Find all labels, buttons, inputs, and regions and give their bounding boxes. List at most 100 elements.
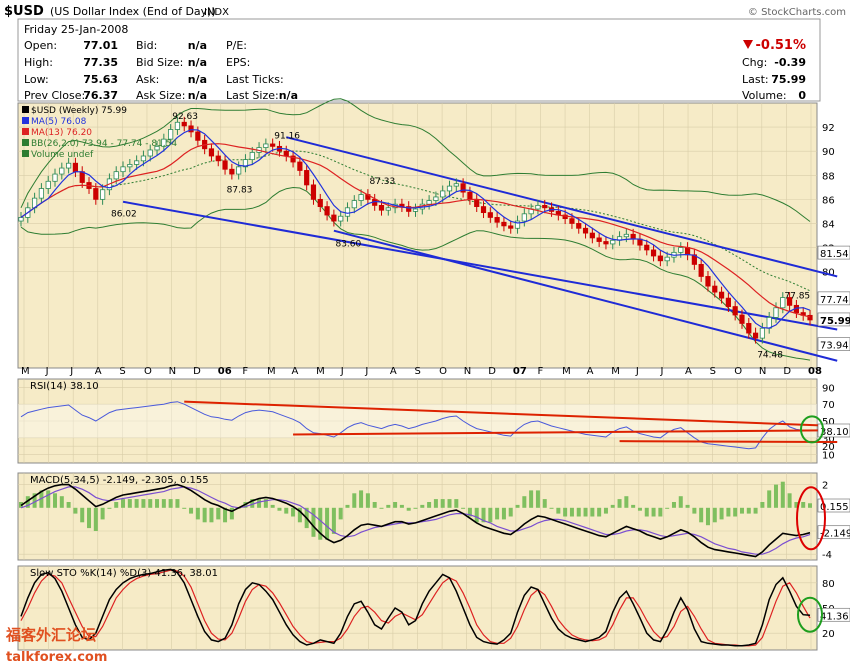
macd-histogram-bar xyxy=(372,502,377,508)
candle-body xyxy=(739,314,745,324)
candle-body xyxy=(453,183,459,187)
candle-body xyxy=(127,164,133,168)
bid-value: n/a xyxy=(188,39,207,52)
candle-body xyxy=(480,206,487,214)
candle-body xyxy=(657,255,663,262)
bid-label: Ask Size: xyxy=(136,89,185,102)
x-tick-label: A xyxy=(95,366,102,377)
macd-histogram-bar xyxy=(583,507,588,517)
y-tick-label: 86 xyxy=(822,195,835,206)
y-tick-label: 90 xyxy=(822,383,835,394)
macd-histogram-bar xyxy=(637,507,642,511)
macd-histogram-bar xyxy=(386,504,391,508)
macd-histogram-bar xyxy=(209,507,214,523)
x-tick-label: M xyxy=(267,366,276,377)
macd-histogram-bar xyxy=(787,493,792,508)
candle-body xyxy=(52,173,58,182)
candle-body xyxy=(467,191,473,200)
candle-body xyxy=(664,256,670,262)
candle-body xyxy=(589,232,595,239)
candle-body xyxy=(712,285,718,293)
x-tick-label: F xyxy=(242,366,248,377)
candle-body xyxy=(732,306,738,316)
candle-body xyxy=(45,180,51,189)
candle-body xyxy=(603,241,609,245)
candle-body xyxy=(236,166,242,175)
candle-body xyxy=(317,198,323,207)
x-tick-label: 08 xyxy=(808,366,822,377)
macd-histogram-bar xyxy=(257,499,262,508)
x-tick-label: M xyxy=(316,366,325,377)
value-tag-label: 75.99 xyxy=(820,316,850,327)
candle-body xyxy=(426,200,432,205)
watermark-chinese: 福客外汇论坛 xyxy=(5,626,96,644)
macd-histogram-bar xyxy=(808,503,812,508)
quote-value: 77.01 xyxy=(83,39,118,52)
x-tick-label: J xyxy=(635,366,639,377)
legend-swatch xyxy=(22,106,29,113)
macd-histogram-bar xyxy=(46,490,51,508)
macd-histogram-bar xyxy=(773,484,778,508)
candle-body xyxy=(650,249,657,257)
candle-body xyxy=(773,307,779,318)
legend-entry: BB(26,2.0) 73.94 - 77.74 - 81.54 xyxy=(31,139,177,149)
exchange: INDX xyxy=(204,7,229,18)
x-tick-label: S xyxy=(119,366,125,377)
index-name: (US Dollar Index (End of Day)) xyxy=(50,5,216,18)
macd-histogram-bar xyxy=(155,499,160,508)
macd-histogram-bar xyxy=(399,504,404,508)
macd-histogram-bar xyxy=(739,507,744,514)
y-tick-label: 92 xyxy=(822,123,835,134)
candle-body xyxy=(474,198,480,207)
pe-label: EPS: xyxy=(226,56,250,69)
candle-body xyxy=(766,317,772,329)
bid-label: Bid: xyxy=(136,39,157,52)
stat-label: Chg: xyxy=(742,56,767,69)
candle-body xyxy=(446,185,453,192)
quote-value: 76.37 xyxy=(83,89,118,102)
x-tick-label: O xyxy=(734,366,742,377)
macd-histogram-bar xyxy=(114,502,119,508)
y-tick-label: 70 xyxy=(822,400,835,411)
macd-histogram-bar xyxy=(576,507,581,517)
macd-histogram-bar xyxy=(712,507,717,523)
credit: © StockCharts.com xyxy=(748,7,846,18)
macd-histogram-bar xyxy=(284,507,289,514)
macd-histogram-bar xyxy=(202,507,207,523)
macd-histogram-bar xyxy=(488,507,493,523)
candle-body xyxy=(208,148,215,157)
macd-histogram-bar xyxy=(291,507,296,517)
legend-swatch xyxy=(22,139,29,146)
candle-body xyxy=(684,247,691,256)
candle-body xyxy=(134,160,140,165)
x-tick-label: M xyxy=(21,366,30,377)
candle-body xyxy=(195,131,201,141)
x-tick-label: 07 xyxy=(513,366,527,377)
macd-histogram-bar xyxy=(685,504,690,508)
stat-value: 75.99 xyxy=(771,73,806,86)
x-tick-label: S xyxy=(415,366,421,377)
candle-body xyxy=(59,167,65,175)
candle-body xyxy=(718,291,725,299)
macd-histogram-bar xyxy=(141,499,146,508)
stat-label: Last: xyxy=(742,73,769,86)
macd-histogram-bar xyxy=(495,507,500,520)
candle-body xyxy=(752,332,759,339)
candle-body xyxy=(174,121,181,130)
candle-body xyxy=(270,143,276,147)
macd-histogram-bar xyxy=(474,507,479,523)
macd-histogram-bar xyxy=(161,499,166,508)
x-tick-label: A xyxy=(685,366,692,377)
macd-histogram-bar xyxy=(780,481,785,508)
legend-entry: MA(5) 76.08 xyxy=(31,117,87,127)
macd-histogram-bar xyxy=(508,507,513,517)
candle-body xyxy=(759,327,765,339)
y-tick-label: 20 xyxy=(822,629,835,640)
pe-value: n/a xyxy=(279,89,298,102)
x-tick-label: O xyxy=(439,366,447,377)
candle-body xyxy=(222,160,228,170)
chart-panels: 8082848688909292.6391.1687.8386.0287.338… xyxy=(17,98,850,651)
macd-histogram-bar xyxy=(760,502,765,508)
legend-swatch xyxy=(22,117,29,124)
panel-title: MACD(5,34,5) -2.149, -2.305, 0.155 xyxy=(30,475,209,486)
